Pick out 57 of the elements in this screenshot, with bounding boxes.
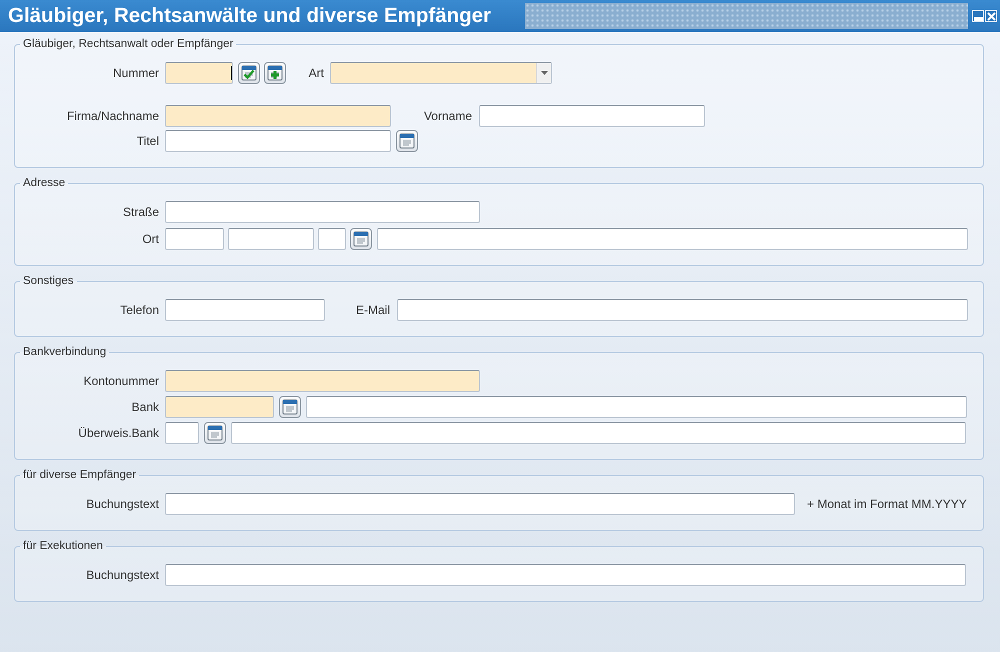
dropdown[interactable] (330, 62, 552, 84)
field-label: Buchungstext (85, 568, 159, 582)
input-field[interactable] (165, 130, 391, 152)
input-field[interactable] (165, 493, 795, 515)
input-field[interactable] (165, 228, 224, 250)
lookup-button[interactable] (204, 422, 226, 444)
field-label: Nummer (112, 66, 159, 80)
section-title: Sonstiges (22, 274, 75, 288)
input-field[interactable] (165, 62, 233, 84)
close-button[interactable] (985, 10, 997, 22)
field-label: Straße (122, 205, 159, 219)
field-label: Überweis.Bank (77, 426, 159, 440)
lookup-button[interactable] (350, 228, 372, 250)
close-icon (986, 12, 996, 20)
input-field[interactable] (165, 370, 480, 392)
input-field[interactable] (397, 299, 968, 321)
input-field[interactable] (228, 228, 314, 250)
field-label: Firma/Nachname (66, 109, 159, 123)
field-label: Bank (130, 400, 159, 414)
input-field[interactable] (165, 422, 199, 444)
lookup-button[interactable] (279, 396, 301, 418)
hint-text: + Monat im Format MM.YYYY (807, 497, 967, 511)
section-title: für Exekutionen (22, 539, 104, 553)
caret-icon (540, 71, 548, 75)
input-field[interactable] (479, 105, 705, 127)
section-title: für diverse Empfänger (22, 468, 138, 482)
checkmark-document-icon (240, 64, 258, 82)
window-title: Gläubiger, Rechtsanwälte und diverse Empfänger (8, 4, 492, 28)
document-icon (352, 230, 370, 248)
document-icon (281, 398, 299, 416)
input-field[interactable] (306, 396, 967, 418)
field-label: E-Mail (354, 303, 390, 317)
input-field[interactable] (165, 201, 480, 223)
input-field[interactable] (318, 228, 346, 250)
input-field[interactable] (165, 299, 325, 321)
input-field[interactable] (165, 105, 391, 127)
field-label: Art (308, 66, 324, 80)
field-label: Ort (141, 232, 159, 246)
field-label: Vorname (422, 109, 472, 123)
document-icon (206, 424, 224, 442)
section-title: Gläubiger, Rechtsanwalt oder Empfänger (22, 37, 234, 51)
lookup-button[interactable] (396, 130, 418, 152)
field-label: Titel (136, 134, 159, 148)
input-field[interactable] (231, 422, 966, 444)
field-label: Telefon (119, 303, 159, 317)
field-label: Kontonummer (82, 374, 159, 388)
input-field[interactable] (165, 564, 966, 586)
add-button[interactable] (264, 62, 286, 84)
plus-document-icon (266, 64, 284, 82)
section-title: Bankverbindung (22, 345, 108, 359)
check-button[interactable] (238, 62, 260, 84)
input-field[interactable] (377, 228, 968, 250)
section-title: Adresse (22, 176, 66, 190)
field-label: Buchungstext (85, 497, 159, 511)
document-icon (398, 132, 416, 150)
input-field[interactable] (165, 396, 274, 418)
minimize-button[interactable] (972, 10, 984, 22)
